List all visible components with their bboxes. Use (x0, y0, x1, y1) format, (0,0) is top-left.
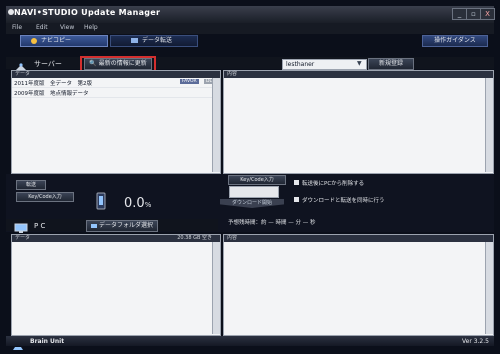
menu-file[interactable]: File (12, 24, 22, 31)
guide-button[interactable]: 操作ガイダンス (422, 35, 488, 47)
server-label: サーバー (34, 60, 62, 68)
server-detail-panel: 内容 (223, 70, 494, 174)
maximize-button[interactable]: ▫ (466, 8, 481, 20)
pc-detail-header: 内容 (224, 235, 493, 242)
remaining-time: 予想残時間：約 — 時間 — 分 — 秒 (228, 220, 316, 226)
pc-free-space: 20.38 GB 空き (177, 235, 212, 241)
chevron-down-icon: ▼ (357, 60, 362, 67)
keycode-chip[interactable]: Key/Code入力 (16, 192, 74, 202)
pc-detail-panel: 内容 (223, 234, 494, 336)
checkbox-delete-after[interactable] (294, 180, 299, 185)
keycode-input-button[interactable]: Key/Code入力 (228, 175, 286, 185)
close-button[interactable]: X (480, 8, 495, 20)
menu-bar (6, 23, 494, 34)
list-item[interactable]: 2011年度版 全データ 第2版 FAVOR DL (12, 78, 220, 88)
server-select[interactable]: lesthaner (282, 59, 367, 70)
window-title: NAVI•STUDIO Update Manager (14, 8, 161, 17)
checkbox-simultaneous-label: ダウンロードと転送を同時に行う (302, 198, 385, 204)
tab-navi-copy[interactable]: ナビコピー (20, 35, 108, 47)
transfer-icon (131, 38, 138, 43)
brain-unit-label: Brain Unit (30, 338, 65, 345)
copy-icon (31, 37, 37, 44)
menu-edit[interactable]: Edit (36, 24, 48, 31)
pc-list-header: データ 20.38 GB 空き (12, 235, 220, 242)
menu-view[interactable]: View (60, 24, 74, 31)
pc-data-list: データ 20.38 GB 空き (11, 234, 221, 336)
tab-data-transfer[interactable]: データ転送 (110, 35, 198, 47)
transfer-chip[interactable]: 転送 (16, 180, 46, 190)
device-icon (96, 192, 106, 210)
register-button[interactable]: 新規登録 (368, 58, 414, 70)
server-list-scrollbar[interactable] (212, 78, 220, 172)
menu-help[interactable]: Help (84, 24, 98, 31)
server-list-header: データ (12, 71, 220, 78)
pc-list-scrollbar[interactable] (212, 242, 220, 334)
pc-detail-scrollbar[interactable] (485, 242, 493, 334)
status-badge: FAVOR (180, 79, 199, 84)
minimize-button[interactable]: _ (452, 8, 467, 20)
version-label: Ver 3.2.5 (462, 338, 489, 345)
server-detail-scrollbar[interactable] (485, 78, 493, 172)
app-window: NAVI•STUDIO Update Manager _ ▫ X File Ed… (0, 0, 500, 354)
satellite-icon (14, 57, 28, 70)
checkbox-delete-label: 転送後にPCから削除する (302, 181, 365, 187)
progress-value: 0.0% (124, 196, 152, 211)
pc-label: P C (34, 222, 46, 230)
car-icon (12, 337, 24, 350)
folder-select-button[interactable]: データフォルダ選択 (86, 220, 158, 232)
list-item[interactable]: 2009年度版 地点情報データ (12, 88, 220, 98)
pc-icon (14, 219, 28, 233)
server-detail-header: 内容 (224, 71, 493, 78)
folder-icon (90, 223, 97, 228)
keycode-field[interactable] (229, 186, 279, 198)
checkbox-simultaneous[interactable] (294, 197, 299, 202)
server-data-list: データ 2011年度版 全データ 第2版 FAVOR DL 2009年度版 地点… (11, 70, 221, 174)
status-bar (6, 336, 494, 346)
